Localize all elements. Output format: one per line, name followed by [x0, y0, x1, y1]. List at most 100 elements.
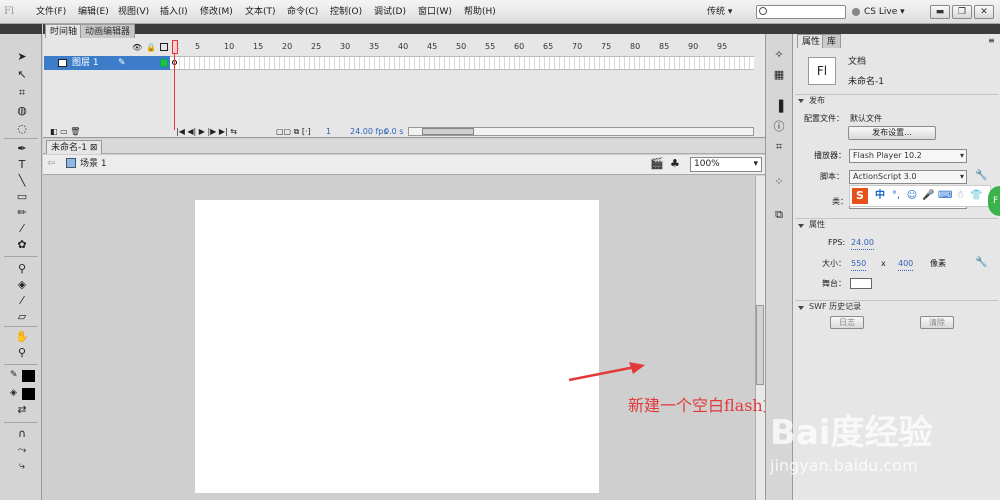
playback-controls[interactable]: |◀ ◀| ▶ |▶ ▶| ⇆: [176, 126, 237, 138]
free-transform-tool-icon[interactable]: ⌗: [14, 86, 30, 100]
wrench-icon[interactable]: 🔧: [975, 170, 987, 181]
tab-properties[interactable]: 属性: [797, 34, 826, 48]
timeline-scroll-thumb[interactable]: [422, 128, 474, 135]
document-tab[interactable]: 未命名-1 ⊠: [46, 140, 103, 154]
panel-menu-icon[interactable]: ≡: [988, 36, 995, 45]
swatches-panel-icon[interactable]: ▦: [771, 68, 787, 82]
menu-help[interactable]: 帮助(H): [464, 4, 496, 20]
eye-icon[interactable]: 👁: [132, 43, 142, 52]
playhead[interactable]: [172, 40, 178, 54]
tab-timeline[interactable]: 时间轴: [45, 24, 83, 38]
swap-colors-icon[interactable]: ⇄: [14, 403, 30, 417]
restore-button[interactable]: ❐: [952, 5, 972, 19]
new-layer-icon[interactable]: ◧ ▭ 🗑: [50, 127, 80, 136]
tab-library[interactable]: 库: [822, 34, 842, 48]
align-panel-icon[interactable]: ▐: [771, 100, 787, 114]
player-select[interactable]: Flash Player 10.2 ▾: [849, 149, 967, 163]
hand-tool-icon[interactable]: ✋: [14, 330, 30, 344]
search-input[interactable]: [756, 5, 846, 19]
floating-helper-icon[interactable]: F: [988, 186, 1000, 216]
menu-edit[interactable]: 编辑(E): [78, 4, 109, 20]
pencil-tool-icon[interactable]: ✏: [14, 206, 30, 220]
color-panel-icon[interactable]: ✧: [771, 48, 787, 62]
cs-live-button[interactable]: CS Live ▾: [852, 4, 905, 20]
components-panel-icon[interactable]: ⁘: [771, 175, 787, 189]
script-value: ActionScript 3.0: [853, 172, 917, 181]
menu-file[interactable]: 文件(F): [36, 4, 66, 20]
publish-settings-button[interactable]: 发布设置...: [848, 126, 936, 140]
section-swf-history[interactable]: SWF 历史记录: [795, 300, 998, 312]
back-arrow-icon[interactable]: ⇦: [47, 158, 55, 169]
frame-number: 10: [224, 42, 235, 51]
punctuation-icon[interactable]: °,: [890, 188, 902, 204]
scene-label[interactable]: 场景 1: [80, 158, 107, 170]
stage[interactable]: [195, 200, 599, 493]
emoji-icon[interactable]: ☺: [906, 188, 918, 204]
selection-tool-icon[interactable]: ➤: [14, 50, 30, 64]
menu-insert[interactable]: 插入(I): [160, 4, 188, 20]
microphone-icon[interactable]: 🎤: [922, 188, 934, 204]
layer-outline-color[interactable]: [160, 59, 168, 67]
subselection-tool-icon[interactable]: ↖: [14, 68, 30, 82]
close-tab-icon[interactable]: ⊠: [90, 143, 98, 153]
clear-button[interactable]: 清除: [920, 316, 954, 329]
fill-color-swatch[interactable]: [22, 388, 35, 400]
pen-tool-icon[interactable]: ✒: [14, 142, 30, 156]
current-frame: 1: [326, 127, 332, 136]
onion-skin-icon[interactable]: ▢▢ ⧉ [·]: [276, 126, 311, 138]
stroke-color-swatch[interactable]: [22, 370, 35, 382]
menu-view[interactable]: 视图(V): [118, 4, 149, 20]
menu-debug[interactable]: 调试(D): [374, 4, 406, 20]
edit-symbols-icon[interactable]: ♣: [670, 157, 680, 170]
close-button[interactable]: ✕: [974, 5, 994, 19]
3d-rotation-tool-icon[interactable]: ◍: [14, 104, 30, 118]
brush-tool-icon[interactable]: ⁄: [14, 222, 30, 236]
tab-motion-editor[interactable]: 动画编辑器: [80, 24, 136, 38]
menu-commands[interactable]: 命令(C): [287, 4, 318, 20]
log-button[interactable]: 日志: [830, 316, 864, 329]
motion-presets-icon[interactable]: ⧉: [771, 208, 787, 222]
rectangle-tool-icon[interactable]: ▭: [14, 190, 30, 204]
ime-mode[interactable]: 中: [874, 188, 886, 204]
fps-value[interactable]: 24.00: [851, 237, 874, 250]
paint-bucket-tool-icon[interactable]: ◈: [14, 278, 30, 292]
width-value[interactable]: 550: [851, 258, 867, 271]
edit-scene-icon[interactable]: 🎬: [650, 157, 664, 170]
smooth-icon[interactable]: ⤳: [14, 443, 30, 457]
person-icon[interactable]: ☃: [954, 188, 966, 204]
eraser-tool-icon[interactable]: ▱: [14, 310, 30, 324]
menu-control[interactable]: 控制(O): [330, 4, 362, 20]
ime-logo[interactable]: S: [852, 188, 868, 204]
workspace-switcher[interactable]: 传统 ▾: [707, 4, 745, 20]
text-tool-icon[interactable]: T: [14, 158, 30, 172]
lock-icon[interactable]: 🔒: [146, 43, 156, 52]
document-settings-wrench-icon[interactable]: 🔧: [975, 257, 987, 268]
zoom-select[interactable]: 100% ▾: [690, 157, 762, 172]
script-select[interactable]: ActionScript 3.0 ▾: [849, 170, 967, 184]
eyedropper-tool-icon[interactable]: ⁄: [14, 294, 30, 308]
menu-modify[interactable]: 修改(M): [200, 4, 233, 20]
info-panel-icon[interactable]: ⓘ: [771, 120, 787, 134]
outline-icon[interactable]: [160, 43, 168, 51]
minimize-button[interactable]: ▬: [930, 5, 950, 19]
transform-panel-icon[interactable]: ⌗: [771, 140, 787, 154]
snap-magnet-icon[interactable]: ∩: [14, 427, 30, 441]
section-properties[interactable]: 属性: [795, 218, 998, 230]
menu-text[interactable]: 文本(T): [245, 4, 276, 20]
skin-icon[interactable]: 👕: [970, 188, 982, 204]
menu-window[interactable]: 窗口(W): [418, 4, 452, 20]
frame-grid[interactable]: [170, 56, 754, 70]
properties-panel-header: [793, 24, 1000, 34]
lasso-tool-icon[interactable]: ◌: [14, 122, 30, 136]
keyboard-icon[interactable]: ⌨: [938, 188, 952, 204]
line-tool-icon[interactable]: ╲: [14, 174, 30, 188]
deco-tool-icon[interactable]: ✿: [14, 238, 30, 252]
zoom-tool-icon[interactable]: ⚲: [14, 346, 30, 360]
height-value[interactable]: 400: [898, 258, 914, 271]
bone-tool-icon[interactable]: ⚲: [14, 262, 30, 276]
strip-header: [765, 24, 793, 34]
straighten-icon[interactable]: ⤷: [14, 459, 30, 473]
stage-color-swatch[interactable]: [850, 278, 872, 289]
section-publish[interactable]: 发布: [795, 94, 998, 106]
stage-scroll-thumb[interactable]: [756, 305, 764, 385]
